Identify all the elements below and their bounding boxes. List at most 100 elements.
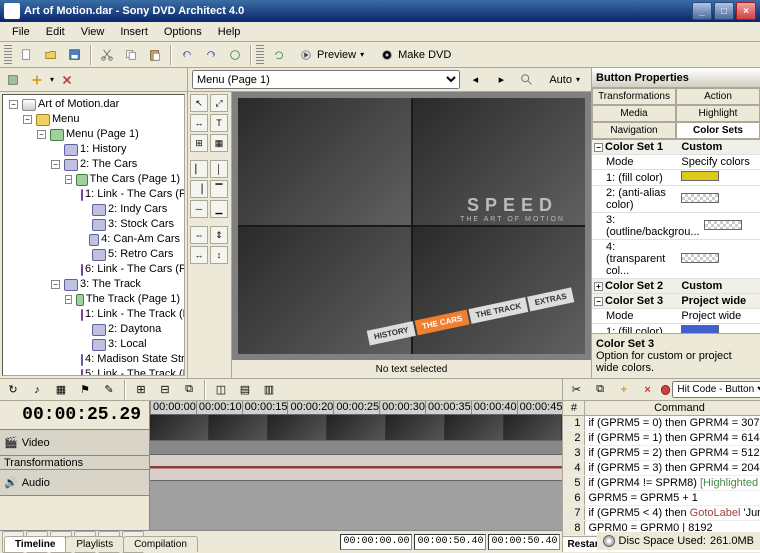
- nav-fwd-button[interactable]: ▸: [490, 69, 512, 91]
- timeline-tracks[interactable]: 00:00:0000:00:1000:00:1500:00:2000:00:25…: [150, 401, 562, 530]
- menu-help[interactable]: Help: [210, 24, 249, 40]
- audio-track[interactable]: [150, 455, 562, 481]
- align-b[interactable]: ▁: [210, 200, 228, 218]
- new-button[interactable]: [16, 44, 38, 66]
- script-add[interactable]: +: [613, 379, 635, 401]
- props-tab-action[interactable]: Action: [676, 88, 760, 105]
- tl-btn[interactable]: ▥: [258, 379, 280, 401]
- script-row[interactable]: 6GPRM5 = GPRM5 + 1: [563, 491, 760, 506]
- props-tab-colorsets[interactable]: Color Sets: [676, 122, 760, 139]
- snap-tool[interactable]: ⊞: [190, 134, 208, 152]
- tl-btn[interactable]: ✎: [98, 379, 120, 401]
- tree-track-item[interactable]: 1: Link - The Track (Page 1): [77, 307, 182, 322]
- props-tab-navigation[interactable]: Navigation: [592, 122, 676, 139]
- tree-delete-button[interactable]: [56, 69, 78, 91]
- same-h[interactable]: ↕: [210, 246, 228, 264]
- same-w[interactable]: ↔: [190, 246, 208, 264]
- project-tree[interactable]: −Art of Motion.dar −Menu −Menu (Page 1) …: [2, 94, 185, 376]
- tl-btn[interactable]: ▤: [234, 379, 256, 401]
- maximize-button[interactable]: □: [714, 2, 734, 20]
- props-tab-transformations[interactable]: Transformations: [592, 88, 676, 105]
- select-tool[interactable]: ↖: [190, 94, 208, 112]
- nav-back-button[interactable]: ◂: [464, 69, 486, 91]
- tree-cars-item[interactable]: 1: Link - The Cars (Page 1): [77, 187, 182, 202]
- script-btn[interactable]: ⧉: [589, 379, 611, 401]
- tree-the-track[interactable]: −3: The Track: [49, 277, 182, 292]
- tree-cars-page1[interactable]: −The Cars (Page 1): [63, 172, 182, 187]
- tree-track-item[interactable]: 2: Daytona: [77, 322, 182, 337]
- prop-set-header[interactable]: + Color Set 2Custom: [592, 279, 760, 294]
- tree-home-button[interactable]: [2, 69, 24, 91]
- tree-history[interactable]: 1: History: [49, 142, 182, 157]
- script-row[interactable]: 1if (GPRM5 = 0) then GPRM4 = 3072: [563, 416, 760, 431]
- prop-row[interactable]: 1: (fill color): [592, 324, 760, 333]
- script-list[interactable]: # Command 1if (GPRM5 = 0) then GPRM4 = 3…: [563, 401, 760, 552]
- prop-row[interactable]: 4: (transparent col...: [592, 240, 760, 279]
- script-del[interactable]: ×: [637, 379, 659, 401]
- paste-button[interactable]: [144, 44, 166, 66]
- script-row[interactable]: 2if (GPRM5 = 1) then GPRM4 = 6144: [563, 431, 760, 446]
- prop-row[interactable]: 1: (fill color): [592, 170, 760, 186]
- menu-file[interactable]: File: [4, 24, 38, 40]
- make-dvd-button[interactable]: Make DVD: [373, 45, 458, 65]
- menu-options[interactable]: Options: [156, 24, 210, 40]
- tl-btn[interactable]: ⧉: [178, 379, 200, 401]
- tree-add-button[interactable]: [26, 69, 48, 91]
- minimize-button[interactable]: _: [692, 2, 712, 20]
- script-btn[interactable]: ✂: [565, 379, 587, 401]
- tc-in[interactable]: 00:00:00.00: [340, 534, 412, 550]
- align-t[interactable]: ▔: [210, 180, 228, 198]
- prop-set-header[interactable]: − Color Set 3Project wide: [592, 294, 760, 309]
- script-row[interactable]: 3if (GPRM5 = 2) then GPRM4 = 5120: [563, 446, 760, 461]
- redo-button[interactable]: [200, 44, 222, 66]
- dist-v[interactable]: ⇕: [210, 226, 228, 244]
- close-button[interactable]: ×: [736, 2, 756, 20]
- tree-track-item[interactable]: 3: Local: [77, 337, 182, 352]
- nav-tool[interactable]: ↔: [190, 114, 208, 132]
- zoom-auto-button[interactable]: Auto▾: [542, 71, 587, 89]
- tree-the-cars[interactable]: −2: The Cars: [49, 157, 182, 172]
- timeline-ruler[interactable]: 00:00:0000:00:1000:00:1500:00:2000:00:25…: [150, 401, 562, 415]
- tree-cars-item[interactable]: 4: Can-Am Cars: [77, 232, 182, 247]
- tl-btn[interactable]: ↻: [2, 379, 24, 401]
- props-tab-highlight[interactable]: Highlight: [676, 105, 760, 122]
- chevron-down-icon[interactable]: ▾: [50, 75, 54, 84]
- text-tool[interactable]: T: [210, 114, 228, 132]
- track-video-label[interactable]: 🎬Video: [0, 430, 149, 456]
- menu-view[interactable]: View: [73, 24, 113, 40]
- copy-button[interactable]: [120, 44, 142, 66]
- tc-dur[interactable]: 00:00:50.40: [488, 534, 560, 550]
- script-row[interactable]: 5if (GPRM4 != SPRM8) [Highlighted butto: [563, 476, 760, 491]
- dist-h[interactable]: ⇔: [190, 226, 208, 244]
- tree-cars-item[interactable]: 2: Indy Cars: [77, 202, 182, 217]
- script-row[interactable]: 7if (GPRM5 < 4) then GotoLabel 'Jump B: [563, 506, 760, 521]
- tree-track-item[interactable]: 5: Link - The Track (Page 1): [77, 367, 182, 376]
- prop-row[interactable]: ModeSpecify colors: [592, 155, 760, 170]
- align-r[interactable]: ▕: [190, 180, 208, 198]
- timecode-display[interactable]: 00:00:25.29: [0, 401, 149, 430]
- prop-row[interactable]: ModeProject wide: [592, 309, 760, 324]
- tc-out[interactable]: 00:00:50.40: [414, 534, 486, 550]
- tree-cars-item[interactable]: 3: Stock Cars: [77, 217, 182, 232]
- tl-btn[interactable]: ⊞: [130, 379, 152, 401]
- optimize-button[interactable]: [224, 44, 246, 66]
- preview-button[interactable]: Preview ▾: [292, 45, 371, 65]
- align-l[interactable]: ▏: [190, 160, 208, 178]
- save-button[interactable]: [64, 44, 86, 66]
- tree-root[interactable]: −Art of Motion.dar: [7, 97, 182, 112]
- page-selector[interactable]: Menu (Page 1): [192, 70, 460, 89]
- undo-button[interactable]: [176, 44, 198, 66]
- cut-button[interactable]: [96, 44, 118, 66]
- align-m[interactable]: ─: [190, 200, 208, 218]
- tl-btn[interactable]: ⊟: [154, 379, 176, 401]
- tree-menu-page1[interactable]: −Menu (Page 1): [35, 127, 182, 142]
- script-selector[interactable]: Hit Code - Button: [672, 381, 760, 398]
- zoom-tool-button[interactable]: [516, 69, 538, 91]
- tree-menu[interactable]: −Menu: [21, 112, 182, 127]
- open-button[interactable]: [40, 44, 62, 66]
- transform-track[interactable]: [150, 441, 562, 455]
- track-audio-label[interactable]: 🔊Audio: [0, 470, 149, 496]
- tree-track-page1[interactable]: −The Track (Page 1): [63, 292, 182, 307]
- prop-row[interactable]: 3: (outline/backgrou...: [592, 213, 760, 240]
- track-transform-label[interactable]: Transformations: [0, 456, 149, 470]
